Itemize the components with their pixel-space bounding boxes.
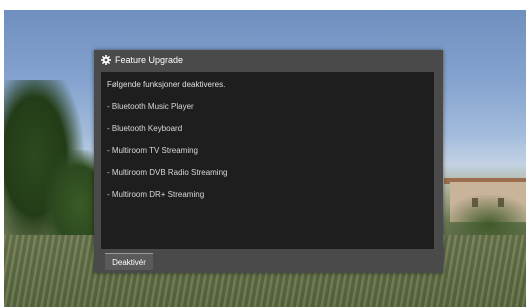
feature-list: - Bluetooth Music Player - Bluetooth Key… [107,102,227,212]
dialog-title: Feature Upgrade [115,55,184,65]
list-item: - Bluetooth Music Player [107,102,194,111]
list-item: - Multiroom TV Streaming [107,146,198,155]
dialog-header: Feature Upgrade [94,50,443,70]
gear-icon [101,55,111,65]
dialog-body: Følgende funksjoner deaktiveres. - Bluet… [101,72,434,249]
feature-upgrade-dialog: Feature Upgrade Følgende funksjoner deak… [94,50,443,273]
dialog-intro-text: Følgende funksjoner deaktiveres. [107,80,226,89]
list-item: - Multiroom DVB Radio Streaming [107,168,228,177]
deactivate-button[interactable]: Deaktivér [105,253,153,270]
list-item: - Bluetooth Keyboard [107,124,183,133]
list-item: - Multiroom DR+ Streaming [107,190,205,199]
